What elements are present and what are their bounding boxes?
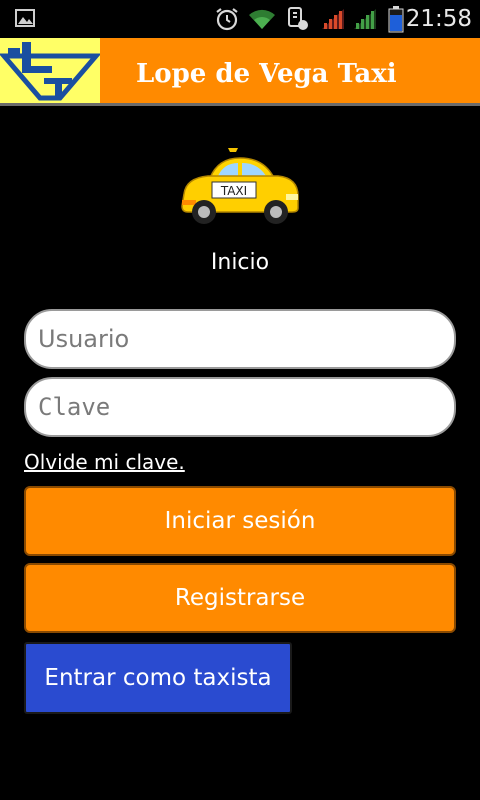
signal-icon-1 bbox=[320, 0, 346, 38]
app-title-bar: Lope de Vega Taxi bbox=[0, 38, 480, 106]
login-screen: 21:58 Lope de Vega Taxi TAXI Inicio Usua… bbox=[0, 0, 480, 800]
wifi-icon bbox=[248, 0, 276, 38]
driver-login-button[interactable]: Entrar como taxista bbox=[24, 642, 292, 714]
username-field[interactable] bbox=[24, 309, 456, 369]
register-button[interactable]: Registrarse bbox=[24, 563, 456, 633]
taxi-sign-label: TAXI bbox=[220, 184, 247, 198]
login-button[interactable]: Iniciar sesión bbox=[24, 486, 456, 556]
status-bar: 21:58 bbox=[0, 0, 480, 38]
password-field[interactable] bbox=[24, 377, 456, 437]
usb-debug-icon bbox=[284, 0, 310, 38]
signal-icon-2 bbox=[352, 0, 378, 38]
battery-icon bbox=[388, 0, 404, 38]
app-title: Lope de Vega Taxi bbox=[136, 59, 397, 89]
taxi-car-icon: TAXI bbox=[178, 148, 302, 230]
picture-notification-icon bbox=[14, 0, 38, 38]
clock: 21:58 bbox=[405, 6, 472, 32]
page-title: Inicio bbox=[210, 250, 270, 275]
lope-de-vega-logo bbox=[0, 38, 102, 103]
alarm-icon bbox=[214, 0, 240, 38]
forgot-password-link[interactable]: Olvide mi clave. bbox=[24, 450, 185, 474]
